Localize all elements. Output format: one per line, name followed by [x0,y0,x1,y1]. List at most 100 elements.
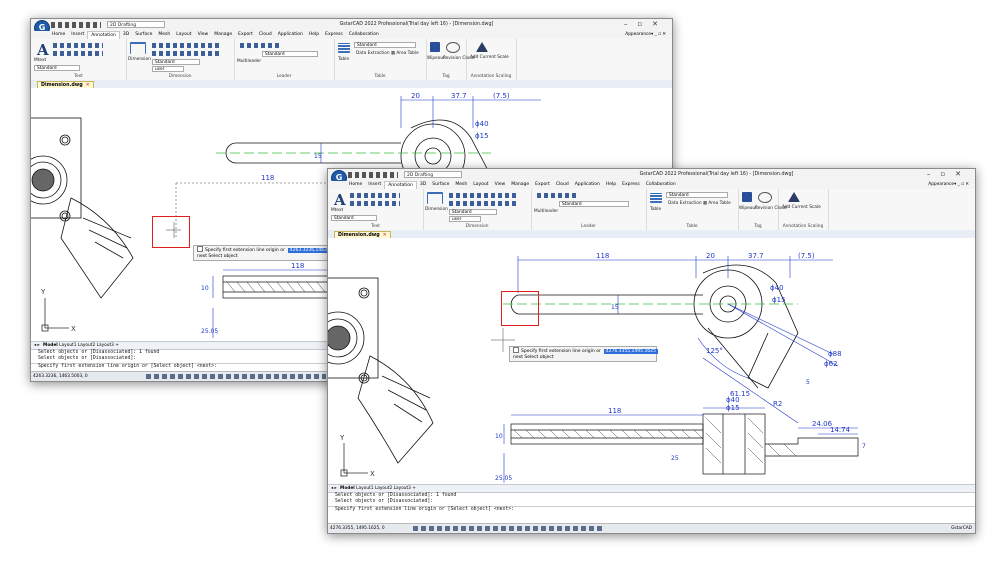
panel-annotation-scaling: Add Current Scale Annotation Scaling [466,39,517,80]
tab-layout2[interactable]: Layout2 [78,343,95,348]
dim-text: (7.5) [493,92,510,100]
panel-label: Leader [581,224,596,229]
title-bar: G 2D Drafting GstarCAD 2022 Professional… [328,169,975,186]
panel-leader: Standard Multileader Leader [531,189,647,230]
workspace-select[interactable]: 2D Drafting [404,171,462,178]
dimension-tools-icons[interactable] [152,43,222,48]
quick-access-toolbar[interactable] [51,22,101,28]
dimension-edit-icons[interactable] [152,51,222,56]
panel-label: Text [74,74,83,79]
dim-text: ϕ15 [726,404,740,412]
tab-model[interactable]: Model [340,486,355,491]
dimension-label: Dimension [128,57,151,62]
mtext-label: Mtext [331,208,344,213]
table-style-select[interactable]: Standard [666,192,728,198]
tab-layout1[interactable]: Layout1 [356,486,373,491]
add-scale-icon[interactable] [788,192,800,202]
mtext-icon[interactable]: A [334,191,346,209]
tab-add[interactable]: + [412,486,416,491]
panel-label: Tag [442,74,450,79]
window-controls[interactable]: –▫✕ [927,170,971,178]
dim-text: ϕ88 [828,350,842,358]
dim-text: ϕ15 [772,296,786,304]
panel-label: Leader [276,74,292,79]
status-toggle-icons[interactable] [413,526,603,531]
data-extraction-button[interactable]: Data Extraction ▦ Area Table [356,51,419,56]
appearance-menu[interactable]: Appearance▾ _ ▫ ✕ [625,32,666,37]
tab-layout1[interactable]: Layout1 [59,343,76,348]
text-style-select[interactable]: Standard [34,65,80,71]
leader-icons[interactable] [240,43,280,48]
dimension-icon[interactable] [130,42,146,54]
multileader-style-select[interactable]: Standard [559,201,629,207]
panel-label: Text [371,224,380,229]
coordinate-input[interactable]: 4276.3355,1495.1625 [603,349,658,354]
panel-table: Table Standard Data Extraction ▦ Area Ta… [646,189,739,230]
window-title: GstarCAD 2022 Professional(Trial day lef… [639,172,794,177]
ribbon: A Mtext Standard Text Dimension Standard… [31,39,672,81]
dim-style-select[interactable]: Standard [449,209,497,215]
tab-layout3[interactable]: Layout3 [97,343,114,348]
dim-text: (7.5) [798,252,815,260]
svg-text:X: X [71,325,76,333]
tab-add[interactable]: + [115,343,119,348]
table-label: Table [650,207,662,212]
text-style-select[interactable]: Standard [331,215,377,221]
drawing-canvas[interactable]: 118 20 37.7 (7.5) ϕ40 ϕ15 15 125° ϕ88 ϕ6… [328,238,975,484]
text-format-icons[interactable] [350,201,400,206]
panel-tag: Wipeout Revision Cloud Tag [738,189,787,230]
add-current-scale-label: Add Current Scale [470,55,509,60]
dim-text: 5 [806,379,810,386]
panel-label: Tag [754,224,762,229]
add-scale-icon[interactable] [476,42,488,52]
layout-tabs[interactable]: ◂ ▸ Model Layout1 Layout2 Layout3 + [328,484,975,492]
dim-layer-select[interactable]: user [449,216,481,222]
svg-text:Y: Y [339,434,345,442]
panel-label: Table [374,74,386,79]
text-format-icons[interactable] [53,51,103,56]
leader-icons[interactable] [537,193,577,198]
command-window[interactable]: Select objects or [Disassociated]: 1 fou… [328,492,975,524]
front-cad-window[interactable]: G 2D Drafting GstarCAD 2022 Professional… [327,168,976,534]
wipeout-icon[interactable] [430,42,440,52]
dim-style-select[interactable]: Standard [152,59,200,65]
tab-layout2[interactable]: Layout2 [375,486,392,491]
coordinates-readout: 4263.3236, 1463.5003, 0 [33,374,88,379]
dimension-edit-icons[interactable] [449,201,519,206]
data-extraction-button[interactable]: Data Extraction ▦ Area Table [668,201,731,206]
revision-cloud-icon[interactable] [446,42,460,53]
panel-label: Table [686,224,698,229]
dimension-icon[interactable] [427,192,443,204]
dim-text: 37.7 [748,252,764,260]
tab-layout3[interactable]: Layout3 [394,486,411,491]
window-controls[interactable]: –▫✕ [624,20,668,28]
multileader-style-select[interactable]: Standard [262,51,318,57]
status-toggle-icons[interactable] [146,374,326,379]
appearance-menu[interactable]: Appearance▾ _ ▫ ✕ [928,182,969,187]
text-tools-icons[interactable] [350,193,400,198]
dimension-tools-icons[interactable] [449,193,519,198]
dynamic-input-prompt[interactable]: Specify first extension line origin or 42… [509,346,658,362]
table-icon[interactable] [650,193,662,203]
dim-text: 125° [706,347,723,355]
table-label: Table [338,57,350,62]
command-input[interactable]: Specify first extension line origin or [… [328,505,975,513]
prompt-option[interactable]: next Select object [510,354,656,361]
dim-layer-select[interactable]: user [152,66,184,72]
revision-cloud-icon[interactable] [758,192,772,203]
mtext-icon[interactable]: A [37,41,49,59]
panel-annotation-scaling: Add Current Scale Annotation Scaling [778,189,829,230]
panel-dimension: Dimension Standard user Dimension [126,39,235,80]
panel-text: A Mtext Standard Text [31,39,127,80]
panel-tag: Wipeout Revision Cloud Tag [426,39,475,80]
quick-access-toolbar[interactable] [348,172,398,178]
workspace-select[interactable]: 2D Drafting [107,21,165,28]
dim-text: 10 [201,285,209,292]
dim-text: 15 [314,153,322,160]
text-tools-icons[interactable] [53,43,103,48]
wipeout-icon[interactable] [742,192,752,202]
table-icon[interactable] [338,43,350,53]
tab-model[interactable]: Model [43,343,58,348]
dim-text: 20 [411,92,420,100]
table-style-select[interactable]: Standard [354,42,416,48]
